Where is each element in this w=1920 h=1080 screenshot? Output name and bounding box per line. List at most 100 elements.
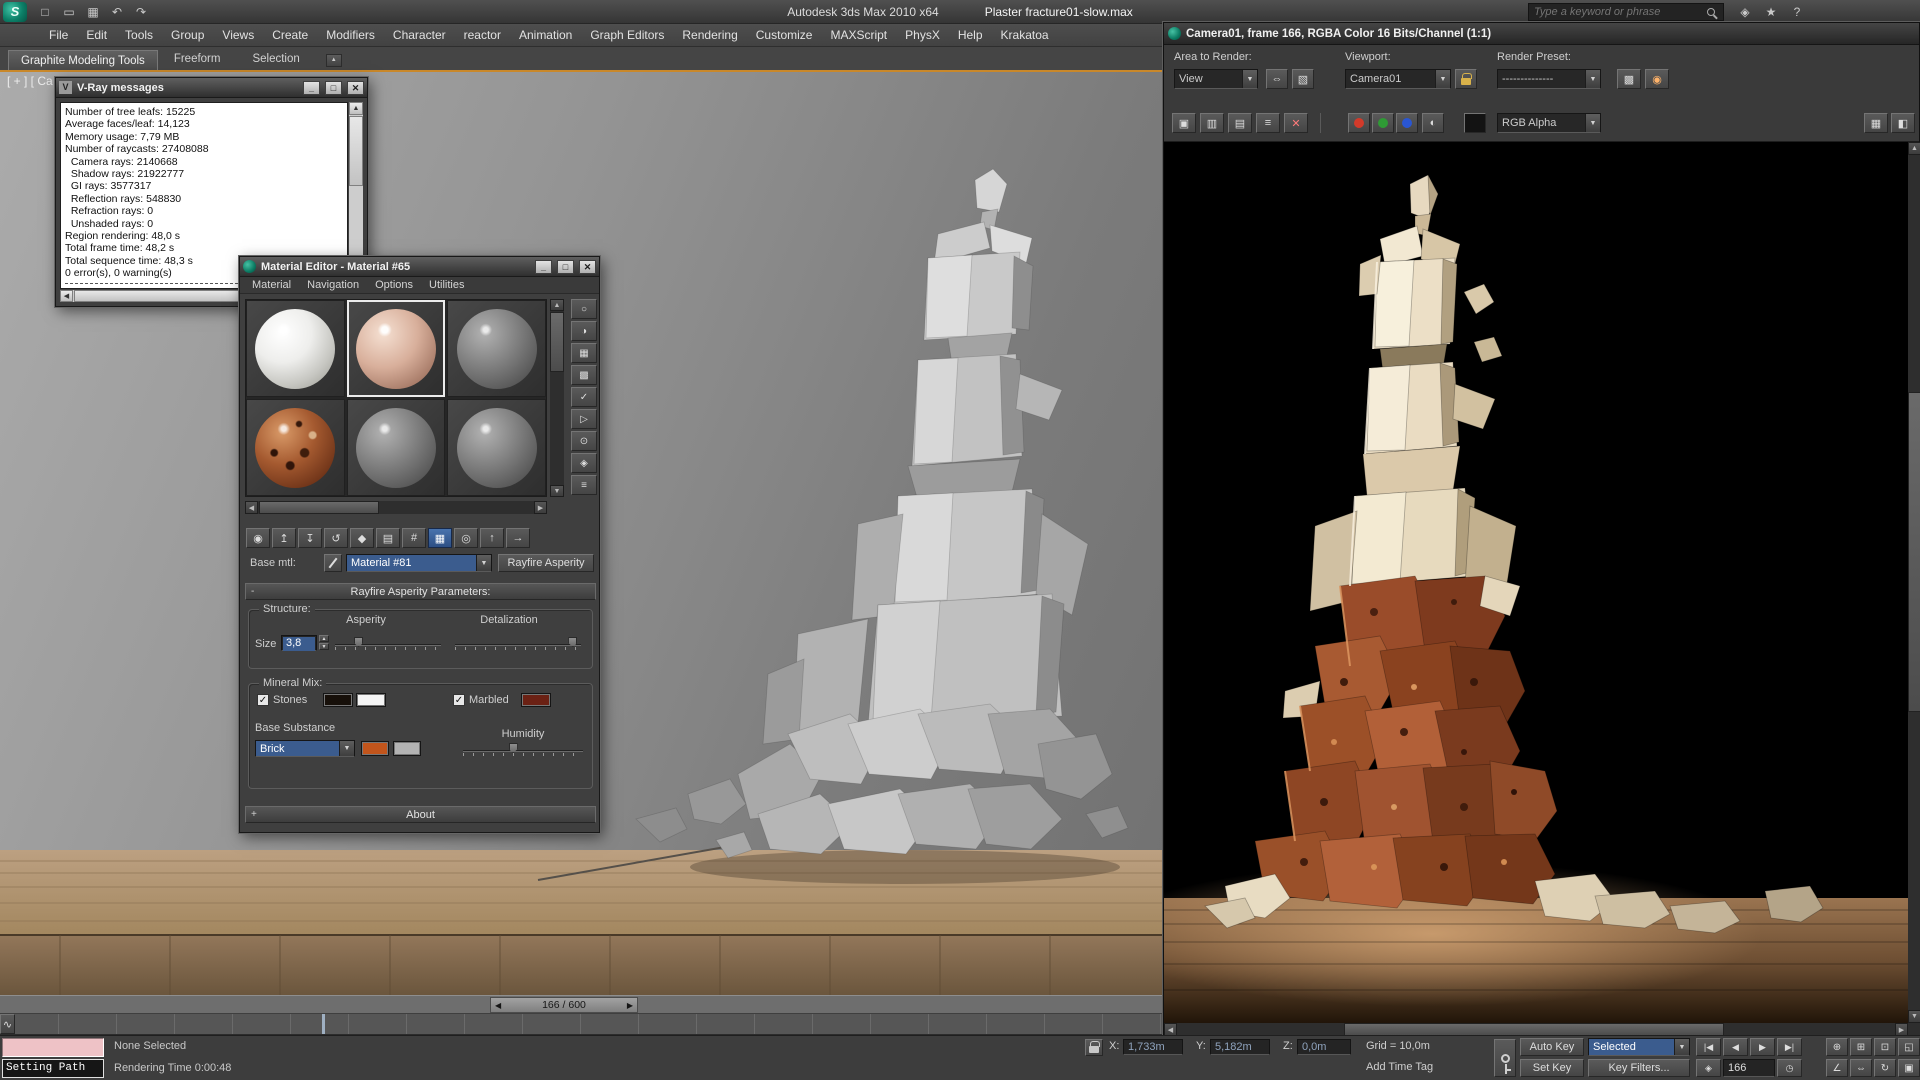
scroll-thumb[interactable] xyxy=(349,116,363,186)
pan-icon[interactable]: ⇔ xyxy=(1850,1059,1872,1077)
marbled-checkbox[interactable]: ✓ xyxy=(453,694,465,706)
scroll-up-icon[interactable]: ▲ xyxy=(550,299,564,311)
search-input[interactable] xyxy=(1529,6,1707,18)
show-map-in-viewport-icon[interactable]: ▦ xyxy=(428,528,452,548)
copy-image-icon[interactable]: ▥ xyxy=(1200,113,1224,133)
menu-graph-editors[interactable]: Graph Editors xyxy=(581,24,673,47)
area-to-render-dropdown[interactable]: View ▼ xyxy=(1174,69,1258,89)
material-map-navigator-icon[interactable]: ≡ xyxy=(571,475,597,495)
track-bar[interactable]: ∿ xyxy=(0,1014,1163,1035)
stones-color-swatch-dark[interactable] xyxy=(323,693,353,707)
orbit-icon[interactable]: ↻ xyxy=(1874,1059,1896,1077)
current-frame-field[interactable] xyxy=(1723,1059,1775,1077)
viewport-dropdown[interactable]: Camera01 ▼ xyxy=(1345,69,1451,89)
reset-map-icon[interactable]: ↺ xyxy=(324,528,348,548)
key-mode-toggle-icon[interactable]: ◈ xyxy=(1696,1059,1721,1077)
slots-vscrollbar[interactable]: ▲ ▼ xyxy=(550,299,564,497)
menu-create[interactable]: Create xyxy=(263,24,317,47)
menu-edit[interactable]: Edit xyxy=(77,24,116,47)
menu-file[interactable]: File xyxy=(40,24,77,47)
material-type-button[interactable]: Rayfire Asperity xyxy=(498,554,594,572)
tab-graphite-modeling-tools[interactable]: Graphite Modeling Tools xyxy=(8,50,158,72)
time-slider-handle[interactable]: ◀ 166 / 600 ▶ xyxy=(490,997,638,1013)
y-coordinate-field[interactable] xyxy=(1210,1039,1270,1055)
render-vscrollbar[interactable]: ▲ ▼ xyxy=(1908,142,1920,1023)
humidity-slider[interactable] xyxy=(463,740,583,756)
green-channel-icon[interactable] xyxy=(1372,113,1394,133)
scroll-up-icon[interactable]: ▲ xyxy=(1908,142,1920,155)
put-material-to-scene-icon[interactable]: ↥ xyxy=(272,528,296,548)
menu-help[interactable]: Help xyxy=(949,24,992,47)
marbled-color-swatch[interactable] xyxy=(521,693,551,707)
chevron-down-icon[interactable]: ▼ xyxy=(1242,70,1257,88)
sample-uv-tiling-icon[interactable]: ▩ xyxy=(571,365,597,385)
set-key-button[interactable]: Set Key xyxy=(1520,1059,1584,1077)
spinner-down-icon[interactable]: ▼ xyxy=(319,643,329,650)
save-image-icon[interactable]: ▣ xyxy=(1172,113,1196,133)
menu-views[interactable]: Views xyxy=(213,24,263,47)
frame-back-icon[interactable]: ◀ xyxy=(495,1001,501,1010)
go-to-parent-icon[interactable]: ↑ xyxy=(480,528,504,548)
background-color-swatch[interactable] xyxy=(1464,113,1486,133)
get-material-icon[interactable]: ◉ xyxy=(246,528,270,548)
chevron-down-icon[interactable]: ▼ xyxy=(1585,70,1600,88)
scroll-left-icon[interactable]: ◀ xyxy=(245,501,258,514)
field-of-view-icon[interactable]: ∠ xyxy=(1826,1059,1848,1077)
material-slot-5[interactable] xyxy=(347,399,446,496)
substance-color-swatch-orange[interactable] xyxy=(361,741,389,756)
vray-titlebar[interactable]: V V-Ray messages _ □ ✕ xyxy=(56,78,367,98)
x-coordinate-field[interactable] xyxy=(1123,1039,1183,1055)
render-window-titlebar[interactable]: Camera01, frame 166, RGBA Color 16 Bits/… xyxy=(1164,23,1919,45)
minimize-icon[interactable]: _ xyxy=(535,260,552,274)
make-preview-icon[interactable]: ▷ xyxy=(571,409,597,429)
chevron-down-icon[interactable]: ▼ xyxy=(339,741,354,756)
scroll-thumb[interactable] xyxy=(1908,392,1920,712)
assign-material-icon[interactable]: ↧ xyxy=(298,528,322,548)
size-field[interactable]: 3,8 xyxy=(281,635,317,651)
time-slider-bar[interactable]: ◀ 166 / 600 ▶ xyxy=(0,995,1163,1014)
current-frame-marker[interactable] xyxy=(322,1014,325,1034)
menu-animation[interactable]: Animation xyxy=(510,24,581,47)
lock-viewport-icon[interactable] xyxy=(1455,69,1477,89)
material-slot-4[interactable] xyxy=(246,399,345,496)
menu-navigation[interactable]: Navigation xyxy=(299,279,367,291)
stones-checkbox[interactable]: ✓ xyxy=(257,694,269,706)
menu-krakatoa[interactable]: Krakatoa xyxy=(992,24,1058,47)
chevron-down-icon[interactable]: ▼ xyxy=(1585,114,1600,132)
menu-reactor[interactable]: reactor xyxy=(455,24,510,47)
menu-modifiers[interactable]: Modifiers xyxy=(317,24,384,47)
render-preset-dropdown[interactable]: -------------- ▼ xyxy=(1497,69,1601,89)
menu-material[interactable]: Material xyxy=(244,279,299,291)
goto-end-icon[interactable]: ▶| xyxy=(1777,1038,1802,1056)
edit-region-hand-icon[interactable]: ⇔ xyxy=(1266,69,1288,89)
material-slot-6[interactable] xyxy=(447,399,546,496)
maxscript-mini-listener[interactable] xyxy=(2,1038,104,1057)
auto-region-icon[interactable]: ▧ xyxy=(1292,69,1314,89)
scroll-down-icon[interactable]: ▼ xyxy=(550,485,564,497)
make-unique-icon[interactable]: ◆ xyxy=(350,528,374,548)
redo-icon[interactable]: ↷ xyxy=(130,2,152,22)
render-setup-icon[interactable]: ▩ xyxy=(1617,69,1641,89)
scroll-thumb[interactable] xyxy=(259,501,379,514)
zoom-region-icon[interactable]: ◱ xyxy=(1898,1038,1920,1056)
material-name-dropdown[interactable]: Material #81 ▼ xyxy=(346,554,492,572)
chevron-down-icon[interactable]: ▼ xyxy=(1435,70,1450,88)
z-coordinate-field[interactable] xyxy=(1297,1039,1351,1055)
time-configuration-icon[interactable]: ◷ xyxy=(1777,1059,1802,1077)
asperity-slider[interactable] xyxy=(335,634,441,650)
restore-icon[interactable]: □ xyxy=(557,260,574,274)
material-slot-3[interactable] xyxy=(447,300,546,397)
ribbon-minimize-icon[interactable]: ▲ xyxy=(326,54,342,67)
pick-material-icon[interactable] xyxy=(324,554,342,572)
detalization-slider[interactable] xyxy=(455,634,581,650)
set-keys-button[interactable] xyxy=(1494,1039,1516,1077)
rendered-image[interactable] xyxy=(1164,142,1908,1023)
menu-customize[interactable]: Customize xyxy=(747,24,822,47)
favorites-icon[interactable]: ★ xyxy=(1760,2,1782,22)
render-button-icon[interactable]: ◉ xyxy=(1645,69,1669,89)
select-by-material-icon[interactable]: ◈ xyxy=(571,453,597,473)
layout-toggle-b-icon[interactable]: ◧ xyxy=(1891,113,1915,133)
chevron-down-icon[interactable]: ▼ xyxy=(1674,1039,1689,1055)
material-id-icon[interactable]: # xyxy=(402,528,426,548)
key-set-dropdown[interactable]: Selected ▼ xyxy=(1588,1038,1690,1056)
